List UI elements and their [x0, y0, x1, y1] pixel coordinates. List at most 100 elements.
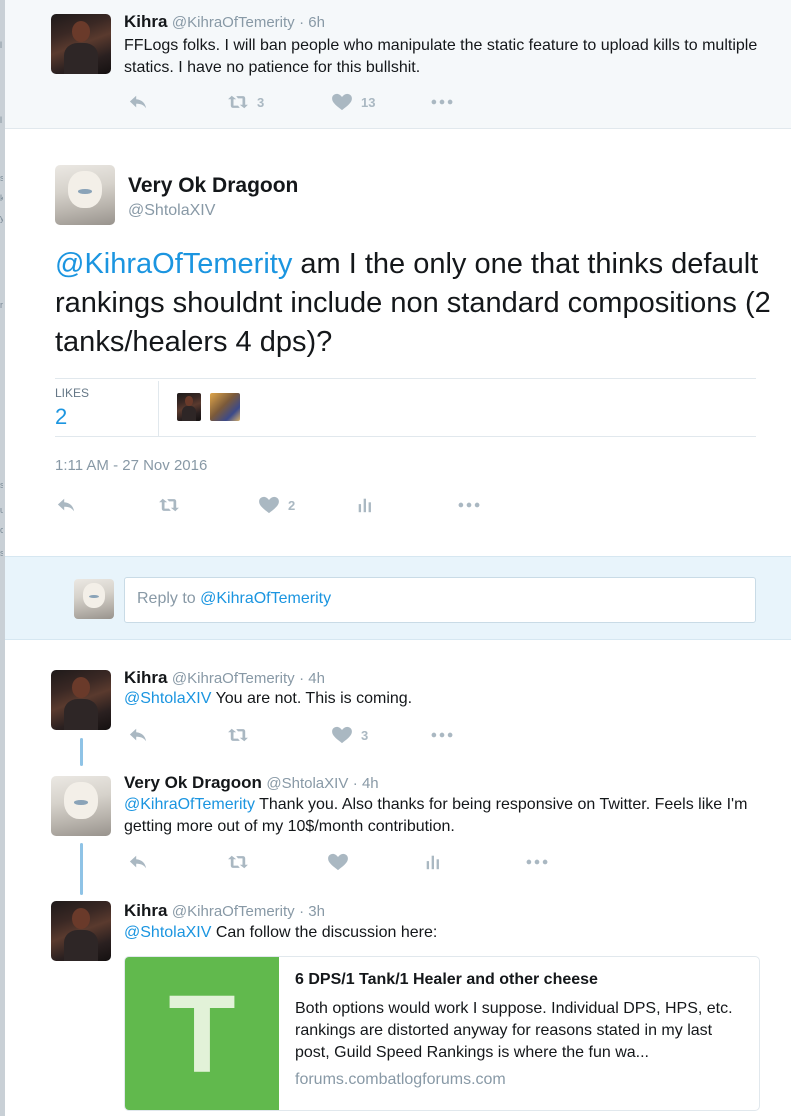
likes-label: LIKES	[55, 386, 90, 400]
more-button[interactable]	[524, 853, 550, 871]
reply-icon	[129, 855, 147, 869]
heart-icon	[332, 93, 352, 111]
reply-input[interactable]: Reply to @KihraOfTemerity	[124, 577, 756, 623]
author-name[interactable]: Kihra	[124, 12, 167, 31]
card-description: Both options would work I suppose. Indiv…	[295, 1000, 733, 1061]
like-button[interactable]	[327, 853, 349, 871]
tweet-time[interactable]: · 3h	[299, 903, 325, 920]
heart-icon	[328, 853, 348, 871]
edge-glyph: r	[0, 300, 3, 310]
tweet-text-block: @KihraOfTemerity am I the only one that …	[55, 245, 775, 362]
heart-icon	[259, 496, 279, 514]
avatar	[74, 579, 114, 619]
tweet-conversation-modal: Kihra @KihraOfTemerity · 6h FFLogs folks…	[5, 0, 791, 1116]
more-button[interactable]	[429, 93, 455, 111]
analytics-icon	[358, 498, 371, 513]
tweet-text: You are not. This is coming.	[211, 690, 413, 707]
liker-avatar[interactable]	[177, 393, 201, 421]
heart-icon	[332, 726, 352, 744]
divider	[55, 378, 756, 379]
like-button[interactable]: 13	[331, 93, 375, 111]
avatar[interactable]	[51, 776, 111, 836]
author-handle[interactable]: @ShtolaXIV	[266, 775, 348, 792]
mention-link[interactable]: @KihraOfTemerity	[124, 796, 255, 813]
retweet-button[interactable]: 3	[227, 93, 264, 111]
tweet-text-block: @ShtolaXIV Can follow the discussion her…	[124, 922, 764, 944]
card-thumbnail: T	[125, 957, 279, 1110]
retweet-icon	[228, 855, 248, 869]
avatar[interactable]	[51, 670, 111, 730]
author-name[interactable]: Very Ok Dragoon	[124, 773, 262, 792]
tweet-timestamp[interactable]: 1:11 AM - 27 Nov 2016	[55, 457, 207, 474]
edge-glyph: l	[0, 40, 2, 50]
like-count: 3	[361, 727, 369, 743]
like-button[interactable]: 3	[331, 726, 368, 744]
reply-placeholder-prefix: Reply to	[137, 590, 201, 607]
more-button[interactable]	[456, 496, 482, 514]
retweet-icon	[159, 498, 179, 512]
likes-count[interactable]: 2	[55, 404, 67, 430]
reply-button[interactable]	[127, 726, 149, 744]
card-title: 6 DPS/1 Tank/1 Healer and other cheese	[295, 971, 598, 988]
card-thumbnail-letter: T	[168, 973, 236, 1096]
author-name[interactable]: Kihra	[124, 901, 167, 920]
author-handle[interactable]: @KihraOfTemerity	[172, 670, 295, 687]
link-preview-card[interactable]: T 6 DPS/1 Tank/1 Healer and other cheese…	[124, 956, 760, 1111]
main-tweet: Very Ok Dragoon @ShtolaXIV @KihraOfTemer…	[5, 129, 791, 556]
reply-button[interactable]	[127, 93, 149, 111]
edge-glyph: s	[0, 548, 3, 558]
retweet-count: 3	[257, 94, 265, 110]
edge-glyph: c	[0, 525, 3, 535]
retweet-icon	[228, 728, 248, 742]
like-button[interactable]: 2	[258, 496, 295, 514]
more-button[interactable]	[429, 726, 455, 744]
author-name[interactable]: Kihra	[124, 668, 167, 687]
tweet-time[interactable]: · 4h	[299, 670, 325, 687]
more-icon	[431, 99, 453, 105]
reply-tweet[interactable]: Kihra @KihraOfTemerity · 4h @ShtolaXIV Y…	[5, 641, 791, 758]
author-handle[interactable]: @ShtolaXIV	[128, 202, 215, 220]
more-icon	[458, 502, 480, 508]
edge-glyph: k	[0, 193, 3, 203]
reply-button[interactable]	[127, 853, 149, 871]
author-handle[interactable]: @KihraOfTemerity	[172, 14, 295, 31]
tweet-time[interactable]: · 4h	[353, 775, 379, 792]
edge-glyph: y	[0, 213, 3, 223]
like-count: 2	[288, 497, 296, 513]
edge-glyph: l	[0, 115, 2, 125]
retweet-icon	[228, 95, 248, 109]
tweet-text: Can follow the discussion here:	[211, 924, 438, 941]
retweet-button[interactable]	[227, 726, 249, 744]
edge-glyph: s	[0, 173, 3, 183]
like-count: 13	[361, 94, 376, 110]
author-name[interactable]: Very Ok Dragoon	[128, 174, 298, 198]
avatar[interactable]	[51, 14, 111, 74]
reply-composer: Reply to @KihraOfTemerity	[5, 556, 791, 640]
mention-link[interactable]: @ShtolaXIV	[124, 690, 211, 707]
liker-avatar[interactable]	[210, 393, 240, 421]
reply-button[interactable]	[55, 496, 77, 514]
analytics-button[interactable]	[354, 496, 376, 514]
author-handle[interactable]: @KihraOfTemerity	[172, 903, 295, 920]
tweet-text-block: @ShtolaXIV You are not. This is coming.	[124, 688, 764, 710]
mention-link[interactable]: @KihraOfTemerity	[55, 248, 292, 280]
reply-tweet[interactable]: Very Ok Dragoon @ShtolaXIV · 4h @KihraOf…	[5, 758, 791, 883]
mention-link[interactable]: @ShtolaXIV	[124, 924, 211, 941]
avatar[interactable]	[51, 901, 111, 961]
edge-glyph: s	[0, 480, 3, 490]
reply-placeholder-mention: @KihraOfTemerity	[200, 590, 332, 607]
more-icon	[431, 732, 453, 738]
retweet-button[interactable]	[158, 496, 180, 514]
divider	[55, 436, 756, 437]
parent-tweet[interactable]: Kihra @KihraOfTemerity · 6h FFLogs folks…	[5, 0, 791, 129]
tweet-text: FFLogs folks. I will ban people who mani…	[124, 37, 758, 76]
reply-icon	[129, 728, 147, 742]
more-icon	[526, 859, 548, 865]
tweet-time[interactable]: · 6h	[299, 14, 325, 31]
avatar[interactable]	[55, 165, 115, 225]
tweet-text-block: @KihraOfTemerity Thank you. Also thanks …	[124, 794, 764, 838]
edge-glyph: u	[0, 505, 3, 515]
retweet-button[interactable]	[227, 853, 249, 871]
analytics-button[interactable]	[422, 853, 444, 871]
analytics-icon	[426, 855, 439, 870]
